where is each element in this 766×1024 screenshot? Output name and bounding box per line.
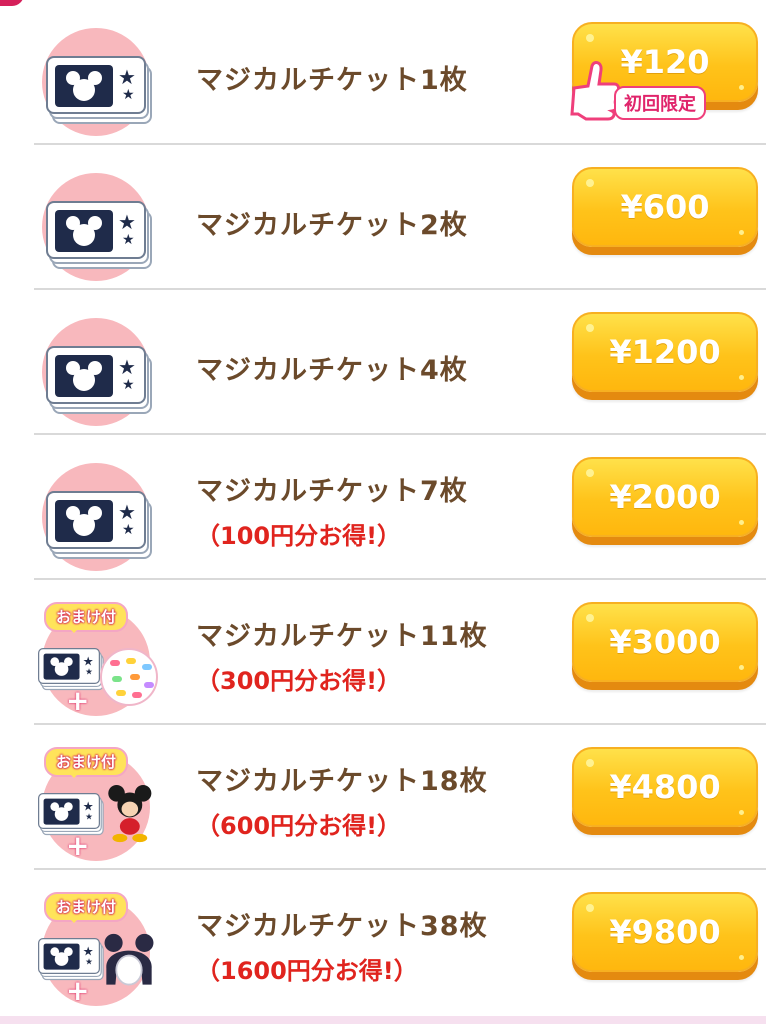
item-title: マジカルチケット2枚 [196,210,468,241]
bundle-icon: ★ ★ + おまけ付 [36,747,162,873]
list-item: ★ ★ + おまけ付 マジカルチケット18枚 （600円分お得!） ¥4800 [0,725,766,870]
deal-label: （100円分お得!） [196,522,402,550]
bonus-label: おまけ付 [44,747,129,778]
button-shine [586,324,594,332]
deal-label: （1600円分お得!） [196,957,418,985]
magic-ticket-icon: ★ ★ [36,167,162,293]
button-shine [586,179,594,187]
button-shine [739,520,744,525]
magic-ticket-icon: ★ ★ [38,648,104,691]
button-shine [586,614,594,622]
price-button[interactable]: ¥9800 [572,892,758,972]
button-shine [586,904,594,912]
magic-ticket-icon: ★ ★ [36,312,162,438]
list-item: ★ ★ マジカルチケット7枚 （100円分お得!） ¥2000 [0,435,766,580]
item-title: マジカルチケット18枚 [196,766,488,797]
first-time-badge: 初回限定 [568,56,730,126]
list-item: ★ ★ + おまけ付 マジカルチケット11枚 （300円分お得!） ¥3000 [0,580,766,725]
price-button[interactable]: ¥2000 [572,457,758,537]
price-button[interactable]: ¥1200 [572,312,758,392]
bundle-icon: ★ ★ + おまけ付 [36,892,162,1018]
bonus-label: おまけ付 [44,892,129,923]
avatar-hair-icon [104,933,154,986]
mickey-figure-icon [108,785,152,843]
deal-label: （600円分お得!） [196,812,402,840]
bundle-icon: ★ ★ + おまけ付 [36,602,162,728]
ball-pit-icon [100,648,158,706]
button-shine [739,230,744,235]
button-shine [586,34,594,42]
ticket-shop-list: ★ ★ マジカルチケット1枚 ¥120 初回限定 ★ ★ マジカルチケット2枚 ¥6… [0,0,766,1015]
deal-label: （300円分お得!） [196,667,402,695]
item-title: マジカルチケット1枚 [196,65,468,96]
button-shine [739,375,744,380]
list-item: ★ ★ マジカルチケット4枚 ¥1200 [0,290,766,435]
magic-ticket-icon: ★ ★ [38,793,104,836]
list-item: ★ ★ + おまけ付 マジカルチケット38枚 （1600円分お得!） ¥9800 [0,870,766,1015]
price-button[interactable]: ¥600 [572,167,758,247]
button-shine [739,665,744,670]
list-item: ★ ★ マジカルチケット2枚 ¥600 [0,145,766,290]
item-title: マジカルチケット38枚 [196,911,488,942]
button-shine [739,85,744,90]
list-item: ★ ★ マジカルチケット1枚 ¥120 初回限定 [0,0,766,145]
button-shine [586,469,594,477]
price-button[interactable]: ¥3000 [572,602,758,682]
button-shine [739,955,744,960]
item-title: マジカルチケット11枚 [196,621,488,652]
magic-ticket-icon: ★ ★ [36,22,162,148]
button-shine [739,810,744,815]
item-title: マジカルチケット7枚 [196,476,468,507]
item-title: マジカルチケット4枚 [196,355,468,386]
bonus-label: おまけ付 [44,602,129,633]
bottom-edge [0,1016,766,1024]
magic-ticket-icon: ★ ★ [36,457,162,583]
first-time-label: 初回限定 [614,86,706,120]
button-shine [586,759,594,767]
price-button[interactable]: ¥4800 [572,747,758,827]
magic-ticket-icon: ★ ★ [38,938,104,981]
